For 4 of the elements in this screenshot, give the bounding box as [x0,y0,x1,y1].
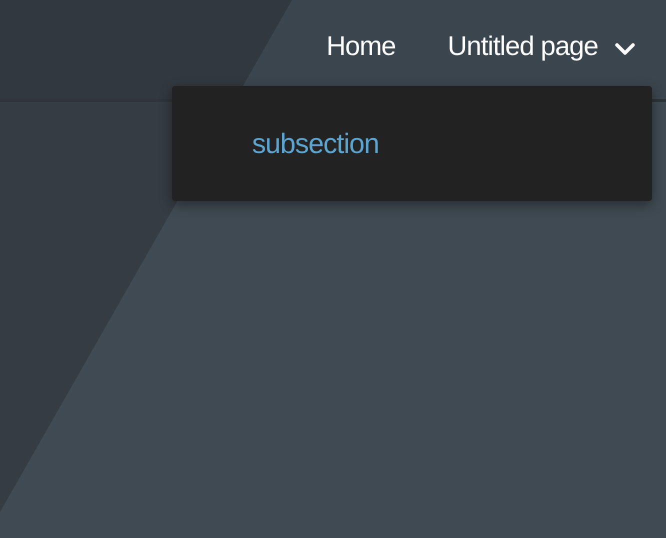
nav-dropdown[interactable]: Untitled page [448,26,636,67]
home-link[interactable]: Home [326,26,396,67]
menu-item[interactable]: subsection [252,122,652,164]
chevron-down-icon [614,42,636,56]
